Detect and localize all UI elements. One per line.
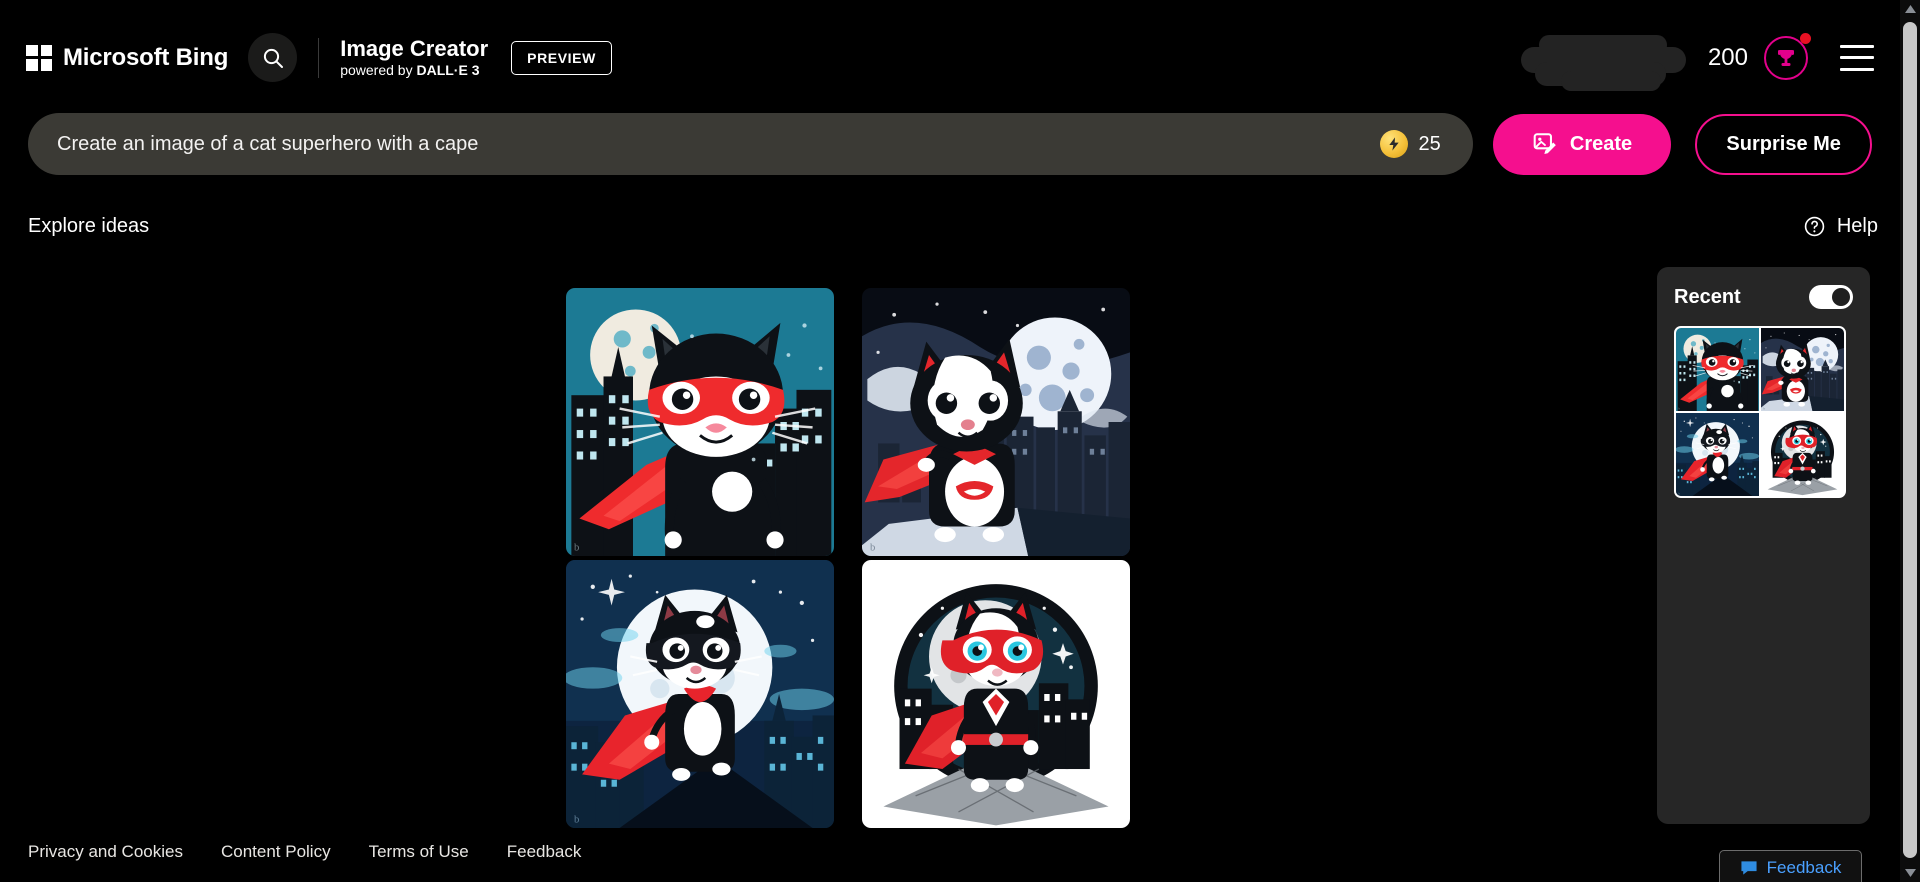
feedback-button[interactable]: Feedback (1719, 850, 1862, 882)
generated-image-4[interactable] (862, 560, 1130, 828)
recent-header: Recent (1674, 285, 1853, 309)
speech-bubble-icon (1741, 861, 1757, 875)
generated-images-gallery (566, 288, 1130, 828)
notification-dot (1800, 32, 1811, 44)
content-policy-link[interactable]: Content Policy (221, 842, 331, 862)
recent-thumb-1[interactable] (1676, 328, 1759, 411)
microsoft-squares-icon (26, 44, 52, 71)
explore-ideas-title: Explore ideas (28, 215, 150, 237)
search-icon (263, 48, 283, 68)
app-title-block: Image Creator powered by DALL·E 3 (340, 36, 488, 79)
hamburger-menu-icon[interactable] (1840, 44, 1874, 71)
search-button[interactable] (248, 33, 298, 82)
preview-badge[interactable]: PREVIEW (511, 40, 612, 75)
generated-image-2[interactable] (862, 288, 1130, 556)
prompt-input-value: Create an image of a cat superhero with … (57, 132, 479, 155)
image-creator-page: Microsoft Bing Image Creator powered by … (0, 0, 1920, 882)
microsoft-bing-logo[interactable]: Microsoft Bing (26, 44, 228, 72)
account-name-redacted (1520, 29, 1686, 91)
brand-label: Microsoft Bing (63, 43, 229, 71)
scrollbar-thumb[interactable] (1903, 22, 1917, 858)
app-subtitle: powered by DALL·E 3 (340, 61, 488, 79)
rewards-button[interactable] (1764, 32, 1811, 80)
recent-thumb-2[interactable] (1761, 328, 1844, 411)
recent-thumbnail-set[interactable] (1674, 326, 1846, 498)
app-title: Image Creator (340, 35, 489, 61)
header-divider (318, 37, 320, 78)
terms-of-use-link[interactable]: Terms of Use (369, 842, 469, 862)
question-circle-icon (1804, 216, 1825, 237)
generated-image-1[interactable] (566, 288, 834, 556)
image-grid (566, 288, 1130, 828)
recent-title: Recent (1674, 285, 1741, 308)
page-footer: Privacy and Cookies Content Policy Terms… (0, 822, 1900, 882)
recent-thumb-3[interactable] (1676, 413, 1759, 496)
app-subtitle-brand: DALL·E 3 (416, 62, 480, 79)
app-subtitle-prefix: powered by (340, 62, 417, 79)
recent-panel: Recent (1657, 267, 1870, 824)
prompt-input[interactable]: Create an image of a cat superhero with … (28, 113, 1473, 175)
boost-counter[interactable]: 25 (1358, 113, 1473, 175)
explore-row: Explore ideas Help (28, 215, 1878, 238)
image-edit-icon (1533, 133, 1556, 154)
privacy-and-cookies-link[interactable]: Privacy and Cookies (28, 842, 183, 862)
generated-image-3[interactable] (566, 560, 834, 828)
header-right-cluster: 200 (1520, 29, 1874, 91)
recent-toggle[interactable] (1809, 285, 1853, 309)
rewards-points: 200 (1707, 43, 1748, 71)
boost-count: 25 (1418, 132, 1441, 155)
help-label: Help (1836, 215, 1878, 237)
scroll-down-arrow-icon[interactable] (1900, 864, 1920, 882)
feedback-button-label: Feedback (1766, 858, 1842, 877)
prompt-row: Create an image of a cat superhero with … (28, 113, 1872, 175)
create-button-label: Create (1569, 132, 1633, 155)
surprise-me-button[interactable]: Surprise Me (1695, 113, 1872, 175)
recent-thumb-4[interactable] (1761, 413, 1844, 496)
boost-coin-icon (1379, 130, 1408, 158)
page-header: Microsoft Bing Image Creator powered by … (0, 0, 1900, 115)
create-button[interactable]: Create (1492, 113, 1672, 175)
page-scrollbar[interactable] (1900, 0, 1920, 882)
feedback-link[interactable]: Feedback (507, 842, 582, 862)
help-button[interactable]: Help (1803, 215, 1878, 238)
scroll-up-arrow-icon[interactable] (1900, 0, 1920, 18)
